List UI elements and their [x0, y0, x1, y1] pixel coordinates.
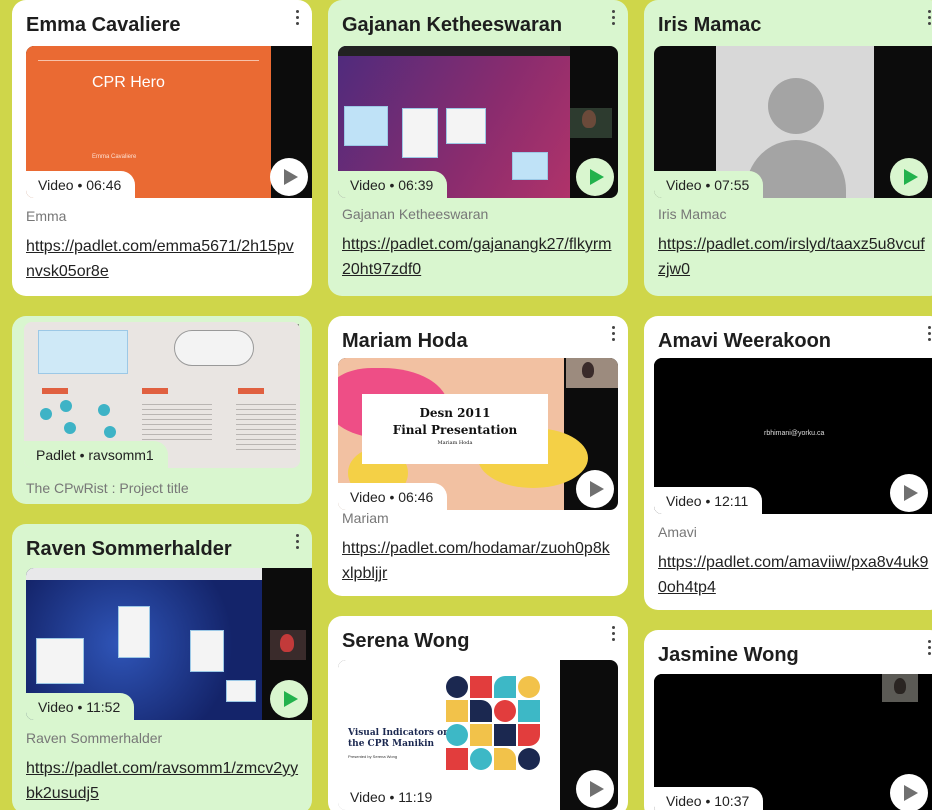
post-card-gajanan[interactable]: Gajanan Ketheeswaran Video • 06:39 Gajan… [328, 0, 628, 296]
post-title: Raven Sommerhalder [26, 538, 232, 560]
video-duration-chip: Video • 12:11 [654, 487, 763, 514]
play-button-icon[interactable] [576, 158, 614, 196]
post-author: Amavi [658, 524, 697, 540]
more-options-icon[interactable] [926, 640, 932, 658]
post-card-mariam[interactable]: Mariam Hoda Desn 2011 Final Presentation… [328, 316, 628, 596]
padlet-chip: Padlet • ravsomm1 [24, 441, 168, 468]
video-duration-chip: Video • 06:39 [338, 171, 448, 198]
video-thumbnail[interactable]: Video • 11:52 [26, 568, 312, 720]
video-thumbnail[interactable]: CPR Hero Emma Cavaliere Video • 06:46 [26, 46, 312, 198]
video-thumbnail[interactable]: Visual Indicators on the CPR Manikin Pre… [338, 660, 618, 810]
post-card-jasmine[interactable]: Jasmine Wong Video • 10:37 [644, 630, 932, 810]
post-card-iris[interactable]: Iris Mamac Video • 07:55 Iris Mamac http… [644, 0, 932, 296]
video-thumbnail[interactable]: Video • 10:37 [654, 674, 932, 810]
post-link[interactable]: https://padlet.com/ravsomm1/zmcv2yybk2us… [26, 756, 300, 806]
post-link[interactable]: https://padlet.com/hodamar/zuoh0p8kxlpbl… [342, 536, 616, 586]
more-options-icon[interactable] [926, 326, 932, 344]
post-card-emma[interactable]: Emma Cavaliere CPR Hero Emma Cavaliere V… [12, 0, 312, 296]
play-button-icon[interactable] [270, 680, 308, 718]
post-title: Mariam Hoda [342, 330, 468, 352]
more-options-icon[interactable] [926, 10, 932, 28]
video-duration-chip: Video • 11:52 [26, 693, 135, 720]
post-card-amavi[interactable]: Amavi Weerakoon rbhimani@yorku.ca Video … [644, 316, 932, 610]
padlet-thumbnail[interactable]: Padlet • ravsomm1 [24, 322, 300, 468]
video-thumbnail[interactable]: Desn 2011 Final Presentation Mariam Hoda… [338, 358, 618, 510]
video-thumbnail[interactable]: Video • 06:39 [338, 46, 618, 198]
video-thumbnail[interactable]: rbhimani@yorku.ca Video • 12:11 [654, 358, 932, 514]
thumbnail-subtitle: Presented by Serena Wong [348, 754, 398, 759]
post-link[interactable]: https://padlet.com/amaviiw/pxa8v4uk90oh4… [658, 550, 932, 600]
post-link[interactable]: https://padlet.com/gajanangk27/flkyrm20h… [342, 232, 616, 282]
thumbnail-subtitle: Emma Cavaliere [92, 154, 137, 160]
post-author: Raven Sommerhalder [26, 730, 163, 746]
more-options-icon[interactable] [294, 534, 300, 552]
thumbnail-subtitle: Mariam Hoda [437, 440, 473, 446]
video-thumbnail[interactable]: Video • 07:55 [654, 46, 932, 198]
post-author: Mariam [342, 510, 389, 526]
post-title: Jasmine Wong [658, 644, 799, 666]
thumbnail-title: Desn 2011 [419, 406, 491, 420]
video-duration-chip: Video • 06:46 [338, 483, 448, 510]
post-card-cpwrist[interactable]: Padlet • ravsomm1 The CPwRist : Project … [12, 316, 312, 504]
post-title: Serena Wong [342, 630, 470, 652]
play-button-icon[interactable] [890, 774, 928, 810]
post-link[interactable]: https://padlet.com/emma5671/2h15pvnvsk05… [26, 234, 300, 284]
post-author: Gajanan Ketheeswaran [342, 206, 489, 222]
play-button-icon[interactable] [890, 474, 928, 512]
thumbnail-title-2: the CPR Manikin [348, 739, 435, 749]
play-button-icon[interactable] [576, 770, 614, 808]
video-duration-chip: Video • 11:19 [338, 783, 447, 810]
video-duration-chip: Video • 10:37 [654, 787, 764, 810]
post-author: Iris Mamac [658, 206, 727, 222]
post-title: Amavi Weerakoon [658, 330, 832, 352]
post-title: Gajanan Ketheeswaran [342, 14, 563, 36]
post-card-serena[interactable]: Serena Wong Visual Indicators on the CPR… [328, 616, 628, 810]
more-options-icon[interactable] [610, 626, 616, 644]
video-duration-chip: Video • 07:55 [654, 171, 764, 198]
thumbnail-title: CPR Hero [92, 74, 165, 91]
thumbnail-title-2: Final Presentation [392, 423, 518, 437]
post-author: Emma [26, 208, 67, 224]
play-button-icon[interactable] [576, 470, 614, 508]
thumbnail-title: Visual Indicators on [348, 728, 450, 738]
play-button-icon[interactable] [890, 158, 928, 196]
post-link[interactable]: https://padlet.com/irslyd/taaxz5u8vcufzj… [658, 232, 932, 282]
thumbnail-email: rbhimani@yorku.ca [764, 430, 825, 437]
more-options-icon[interactable] [294, 10, 300, 28]
post-title: Emma Cavaliere [26, 14, 181, 36]
play-button-icon[interactable] [270, 158, 308, 196]
more-options-icon[interactable] [610, 10, 616, 28]
video-duration-chip: Video • 06:46 [26, 171, 136, 198]
post-card-raven[interactable]: Raven Sommerhalder Video • 11:52 Raven S… [12, 524, 312, 810]
more-options-icon[interactable] [610, 326, 616, 344]
post-title: Iris Mamac [658, 14, 762, 36]
post-subtitle: The CPwRist : Project title [26, 480, 189, 496]
